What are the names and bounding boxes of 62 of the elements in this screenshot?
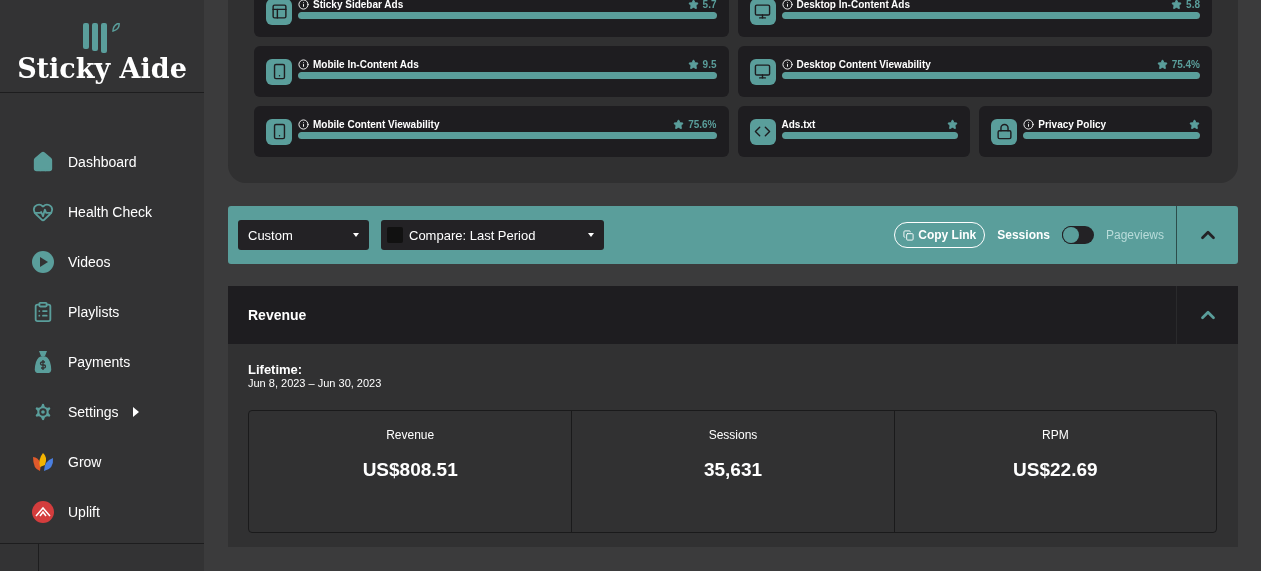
range-dropdown[interactable]: Custom [238, 220, 369, 250]
checklist-icon [32, 301, 54, 323]
info-icon[interactable] [1023, 118, 1035, 130]
card-title: Desktop Content Viewability [796, 58, 932, 70]
brand-name: Sticky Aide [17, 53, 187, 84]
nav-item[interactable]: Uplift [0, 487, 204, 537]
card-title: Mobile In-Content Ads [313, 58, 420, 70]
card-score: 75.4% [1171, 58, 1200, 70]
mountain-icon [32, 501, 54, 523]
star-icon [1189, 118, 1200, 130]
nav-item[interactable]: Health Check [0, 187, 204, 237]
nav-item[interactable]: Settings [0, 387, 204, 437]
monitor-icon [754, 3, 771, 20]
money-bag-icon [32, 350, 54, 374]
card-score: 9.5 [702, 58, 717, 70]
info-icon[interactable] [298, 58, 309, 70]
info-icon[interactable] [781, 0, 793, 10]
period-dates: Jun 8, 2023 – Jun 30, 2023 [248, 377, 383, 389]
lock-icon [995, 123, 1013, 140]
star-icon [673, 118, 685, 130]
card-score: 5.7 [702, 0, 717, 10]
info-icon[interactable] [781, 58, 793, 70]
card-score: 5.8 [1186, 0, 1200, 10]
info-icon[interactable] [298, 118, 309, 130]
panel-title: Revenue [248, 307, 308, 323]
nav-item[interactable]: Grow [0, 437, 204, 487]
star-icon [687, 0, 699, 10]
metric-value: 35,631 [703, 459, 763, 481]
toggle-label: Sessions [997, 228, 1050, 242]
heart-pulse-icon [32, 201, 54, 223]
home-icon [32, 151, 54, 173]
star-icon [947, 118, 959, 130]
nav-item[interactable]: Videos [0, 237, 204, 287]
card-title: Desktop In-Content Ads [796, 0, 911, 10]
card-title: Privacy Policy [1038, 118, 1108, 130]
browser-window-icon [270, 3, 288, 20]
card-title: Sticky Sidebar Ads [313, 0, 405, 10]
nav-item[interactable]: Playlists [0, 287, 204, 337]
nav-item[interactable]: Dashboard [0, 137, 204, 187]
card-score: 75.6% [688, 118, 717, 130]
metric-toggle[interactable] [1061, 226, 1094, 244]
metric-label: Revenue [386, 428, 435, 442]
toggle-label: Pageviews [1105, 228, 1164, 242]
metric-value: US$808.51 [362, 459, 458, 481]
petals-icon [32, 453, 54, 471]
metric-label: RPM [1042, 428, 1069, 442]
nav-item[interactable]: Payments [0, 337, 204, 387]
settings-icon [32, 401, 54, 423]
star-icon [687, 58, 699, 70]
logo-icon [82, 23, 122, 53]
monitor-eye-icon [754, 63, 771, 80]
metric-value: US$22.69 [1013, 459, 1098, 481]
card-title: Ads.txt [781, 118, 817, 130]
period-label: Lifetime: [248, 362, 304, 377]
card-title: Mobile Content Viewability [313, 118, 441, 130]
info-icon[interactable] [298, 0, 309, 10]
compare-dropdown[interactable]: Compare: Last Period [381, 220, 604, 250]
copy-icon [903, 229, 915, 241]
star-icon [1156, 58, 1168, 70]
play-icon [32, 251, 54, 273]
metric-label: Sessions [708, 428, 758, 442]
star-icon [1171, 0, 1183, 10]
